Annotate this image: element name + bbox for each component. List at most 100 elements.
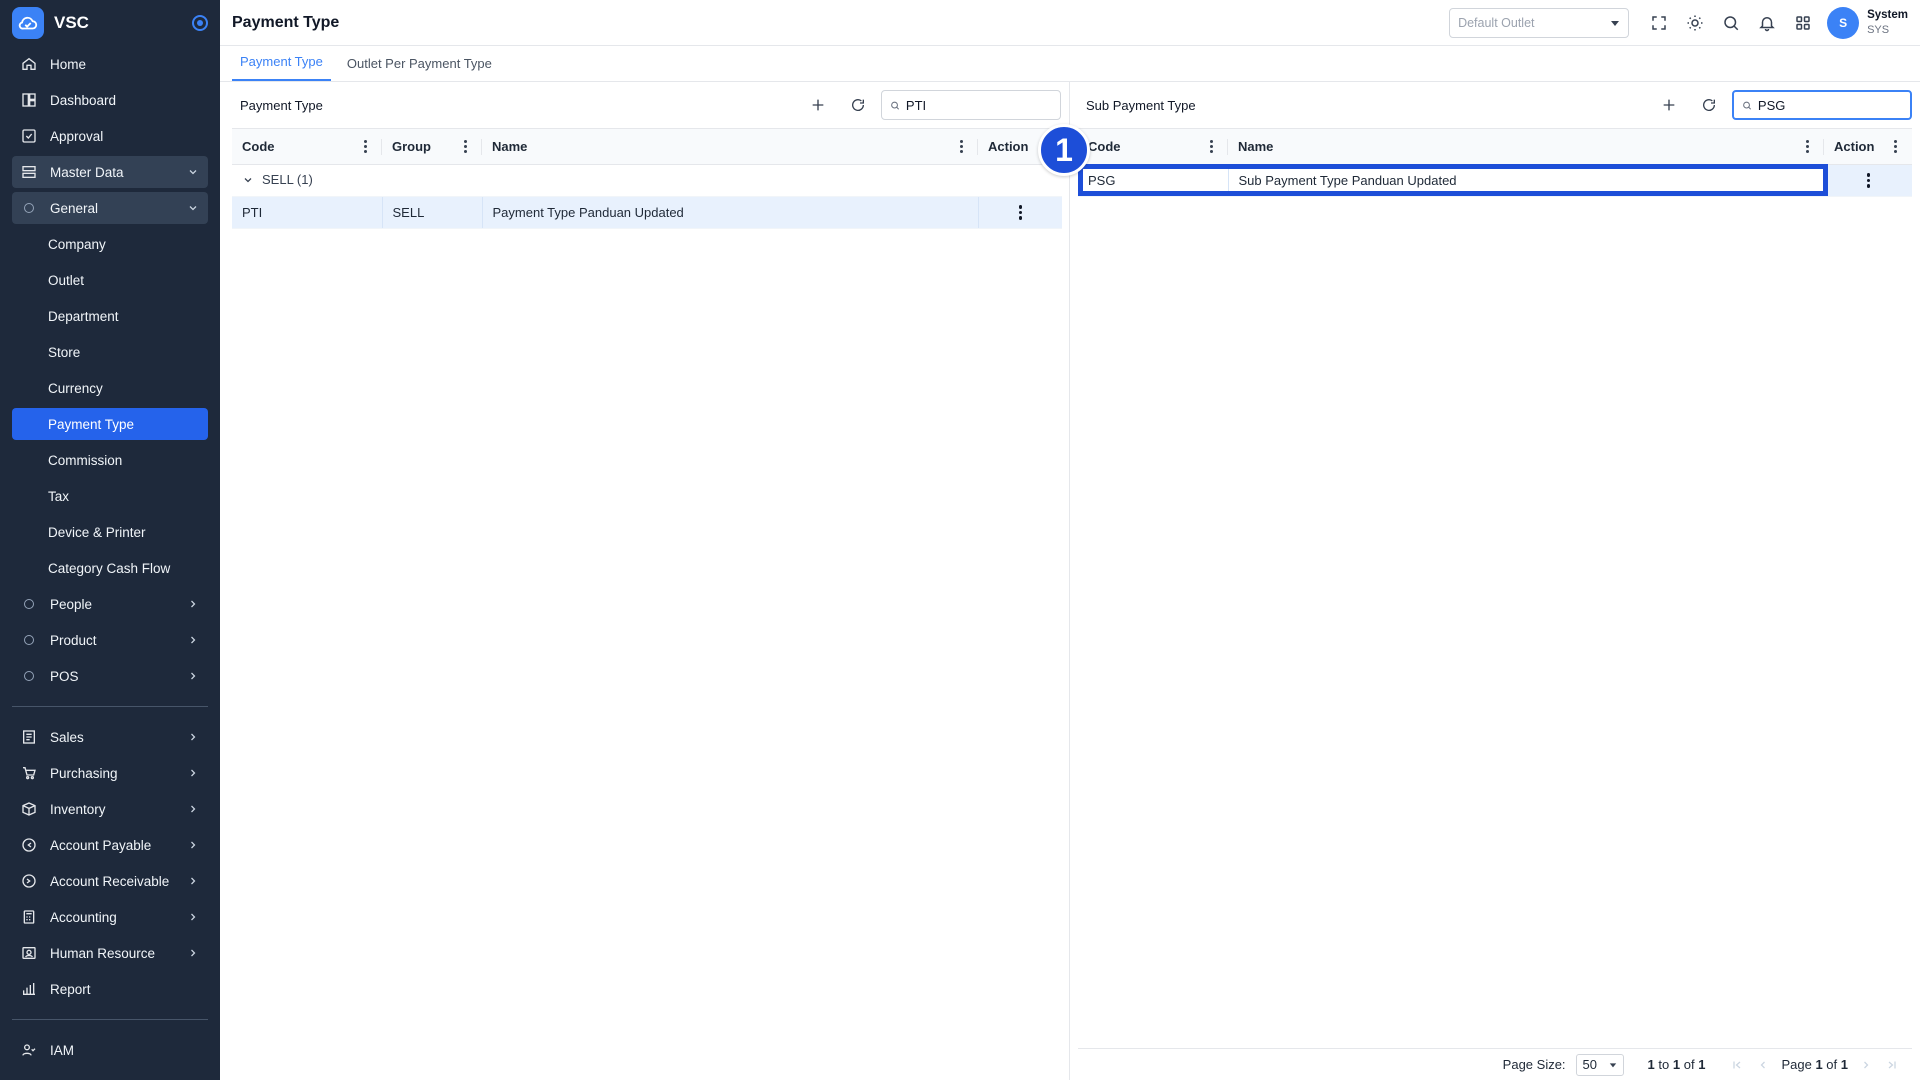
sidebar-item-currency[interactable]: Currency	[12, 372, 208, 404]
search-input[interactable]	[1757, 97, 1902, 113]
column-menu-icon[interactable]	[1800, 140, 1814, 153]
page-size-select[interactable]: 50	[1575, 1053, 1624, 1076]
cloud-logo-icon	[12, 7, 44, 39]
user-info: System SYS	[1867, 8, 1908, 38]
panel-title: Sub Payment Type	[1086, 97, 1196, 113]
top-bar: Payment Type Default Outlet S System SYS	[220, 0, 1920, 46]
sidebar-item-device-printer[interactable]: Device & Printer	[12, 516, 208, 548]
sidebar-item-pos[interactable]: POS	[12, 660, 208, 692]
page-of-word: of	[1826, 1057, 1838, 1072]
column-menu-icon[interactable]	[1204, 140, 1218, 153]
sidebar-item-purchasing[interactable]: Purchasing	[12, 757, 208, 789]
avatar: S	[1827, 6, 1860, 39]
last-page-button[interactable]	[1884, 1057, 1900, 1073]
sidebar-item-outlet[interactable]: Outlet	[12, 264, 208, 296]
page-current: 1	[1815, 1057, 1823, 1072]
row-actions-icon[interactable]	[1013, 205, 1027, 220]
group-row[interactable]: SELL (1)	[232, 164, 1062, 197]
dashboard-icon	[20, 91, 38, 109]
sidebar-item-general[interactable]: General	[12, 192, 208, 224]
cell-group: SELL	[382, 196, 483, 229]
sidebar-item-tax[interactable]: Tax	[12, 480, 208, 512]
column-menu-icon[interactable]	[954, 140, 968, 153]
column-label: Action	[1834, 139, 1875, 154]
table-row[interactable]: PTI SELL Payment Type Panduan Updated	[232, 196, 1062, 229]
payment-type-table: Code Group Name Action SELL (1) PTI SELL…	[232, 128, 1062, 229]
page-word: Page	[1781, 1057, 1812, 1072]
column-menu-icon[interactable]	[458, 140, 472, 153]
caret-down-icon	[1609, 1062, 1616, 1067]
sidebar-item-product[interactable]: Product	[12, 624, 208, 656]
sidebar-item-store[interactable]: Store	[12, 336, 208, 368]
apps-button[interactable]	[1785, 5, 1821, 41]
sidebar-item-accounting[interactable]: Accounting	[12, 901, 208, 933]
sidebar-item-dashboard[interactable]: Dashboard	[12, 84, 208, 116]
table-row[interactable]: PSG Sub Payment Type Panduan Updated	[1078, 164, 1912, 197]
sidebar-item-label: Commission	[48, 452, 123, 468]
global-search-button[interactable]	[1713, 5, 1749, 41]
sidebar-item-label: Accounting	[50, 909, 117, 925]
chevron-right-icon	[186, 633, 200, 647]
chevron-down-icon[interactable]	[242, 174, 254, 186]
column-menu-icon[interactable]	[358, 140, 372, 153]
first-page-button[interactable]	[1729, 1057, 1745, 1073]
sidebar-item-department[interactable]: Department	[12, 300, 208, 332]
add-button[interactable]	[1652, 88, 1686, 122]
notifications-button[interactable]	[1749, 5, 1785, 41]
sidebar-toggle-icon[interactable]	[192, 15, 208, 31]
outlet-select[interactable]: Default Outlet	[1449, 7, 1630, 38]
chevron-right-icon	[186, 802, 200, 816]
theme-toggle-button[interactable]	[1677, 5, 1713, 41]
sidebar-item-commission[interactable]: Commission	[12, 444, 208, 476]
add-button[interactable]	[801, 88, 835, 122]
sidebar-item-human-resource[interactable]: Human Resource	[12, 937, 208, 969]
sidebar-item-approval[interactable]: Approval	[12, 120, 208, 152]
chevron-down-icon	[186, 201, 200, 215]
tab-payment-type[interactable]: Payment Type	[232, 54, 331, 81]
refresh-button[interactable]	[841, 88, 875, 122]
column-header-action[interactable]: Action	[1824, 128, 1912, 165]
sidebar-nav: Home Dashboard Approval Master Data Gene…	[0, 48, 220, 1066]
tab-outlet-per-payment-type[interactable]: Outlet Per Payment Type	[339, 56, 500, 81]
sidebar-item-home[interactable]: Home	[12, 48, 208, 80]
chevron-right-icon	[186, 874, 200, 888]
chevron-right-icon	[1864, 1061, 1869, 1068]
chevron-right-icon	[186, 597, 200, 611]
search-input[interactable]	[905, 97, 1052, 113]
user-menu[interactable]: S System SYS	[1827, 6, 1908, 39]
column-header-name[interactable]: Name	[1228, 128, 1824, 165]
previous-page-button[interactable]	[1755, 1057, 1771, 1073]
sidebar-item-payment-type[interactable]: Payment Type	[12, 408, 208, 440]
search-field[interactable]	[881, 90, 1061, 120]
sidebar-item-account-payable[interactable]: Account Payable	[12, 829, 208, 861]
column-header-name[interactable]: Name	[482, 128, 978, 165]
column-header-code[interactable]: Code	[232, 128, 382, 165]
sidebar-item-account-receivable[interactable]: Account Receivable	[12, 865, 208, 897]
row-actions-icon[interactable]	[1861, 173, 1875, 188]
fullscreen-button[interactable]	[1641, 5, 1677, 41]
calculator-icon	[20, 908, 38, 926]
sidebar-item-label: Tax	[48, 488, 70, 504]
circle-icon	[20, 595, 38, 613]
sidebar-item-report[interactable]: Report	[12, 973, 208, 1005]
column-menu-icon[interactable]	[1888, 140, 1902, 153]
refresh-icon	[1703, 99, 1716, 111]
row-range-text: 1 to 1 of 1	[1648, 1057, 1706, 1072]
search-icon	[1743, 101, 1752, 110]
page-size-label: Page Size:	[1502, 1057, 1566, 1072]
cell-action	[978, 196, 1062, 229]
sidebar-item-master-data[interactable]: Master Data	[12, 156, 208, 188]
sidebar-item-people[interactable]: People	[12, 588, 208, 620]
sidebar-item-inventory[interactable]: Inventory	[12, 793, 208, 825]
sidebar-item-company[interactable]: Company	[12, 228, 208, 260]
sidebar-item-category-cash-flow[interactable]: Category Cash Flow	[12, 552, 208, 584]
next-page-button[interactable]	[1858, 1057, 1874, 1073]
search-field[interactable]	[1732, 90, 1912, 120]
column-header-group[interactable]: Group	[382, 128, 482, 165]
sidebar-item-sales[interactable]: Sales	[12, 721, 208, 753]
sidebar-item-iam[interactable]: IAM	[12, 1034, 208, 1066]
sidebar-item-label: Category Cash Flow	[48, 560, 171, 576]
column-header-code[interactable]: Code	[1078, 128, 1228, 165]
refresh-button[interactable]	[1692, 88, 1726, 122]
range-total: 1	[1698, 1057, 1706, 1072]
